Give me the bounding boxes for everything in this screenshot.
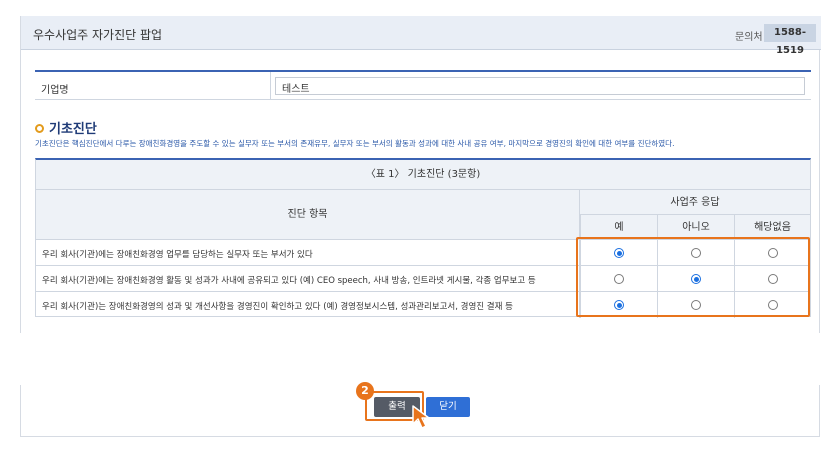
contact-phone: 1588-1519: [764, 24, 816, 56]
step-badge: 2: [356, 382, 374, 400]
answers-highlight-box: [576, 237, 810, 317]
popup-header: 우수사업주 자가진단 팝업 문의처 1588-1519: [21, 16, 821, 56]
section-title-text: 기초진단: [49, 122, 97, 137]
question-text: 우리 회사(기관)에는 장애친화경영 업무를 담당하는 실무자 또는 부서가 있…: [36, 240, 580, 266]
item-header: 진단 항목: [36, 190, 580, 240]
question-text: 우리 회사(기관)는 장애친화경영의 성과 및 개선사항을 경영진이 확인하고 …: [36, 292, 580, 318]
section-description: 기초진단은 핵심진단에서 다루는 장애친화경영을 주도할 수 있는 실무자 또는…: [35, 139, 675, 148]
company-row: 기업명 테스트: [35, 70, 811, 100]
popup-title: 우수사업주 자가진단 팝업: [33, 28, 163, 42]
section-title: 기초진단: [35, 118, 97, 137]
pointer-cursor-icon: [412, 405, 430, 429]
contact-label: 문의처: [735, 32, 763, 43]
table-caption: 〈표 1〉 기초진단 (3문항): [36, 160, 810, 190]
question-text: 우리 회사(기관)에는 장애친화경영 활동 및 성과가 사내에 공유되고 있다 …: [36, 266, 580, 292]
company-label: 기업명: [35, 72, 271, 100]
company-name-input[interactable]: 테스트: [275, 77, 805, 95]
response-header: 사업주 응답: [580, 190, 810, 215]
bullet-ring-icon: [35, 124, 44, 133]
